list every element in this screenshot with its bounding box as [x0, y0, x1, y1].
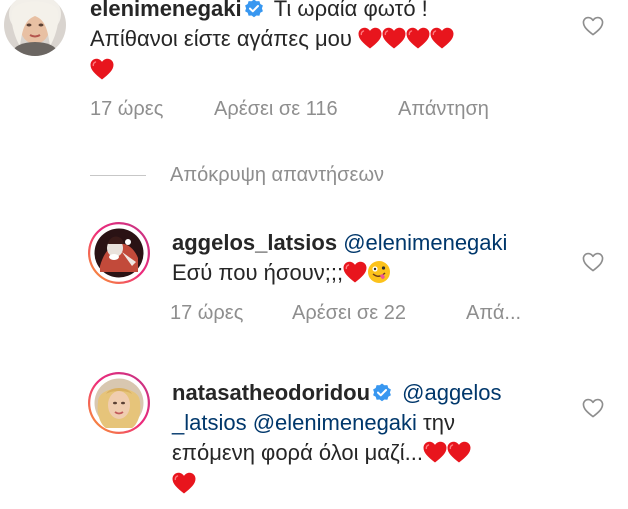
comment-likes-count[interactable]: Αρέσει σε 116 [214, 98, 398, 121]
comment-likes-count[interactable]: Αρέσει σε 22 [292, 302, 466, 325]
zany-face-emoji [368, 261, 391, 283]
comment-body-line: επόμενη φορά όλοι μαζί... [172, 440, 423, 465]
mention-link-continued[interactable]: _latsios [172, 410, 247, 435]
heart-emoji [447, 441, 471, 463]
heart-emoji [358, 27, 382, 49]
heart-emoji [423, 441, 447, 463]
mention-link[interactable]: @aggelos [402, 380, 501, 405]
comment-body-line2: Απίθανοι είστε αγάπες μου [90, 26, 352, 51]
comment-text: natasatheodoridou @aggelos _latsios @ele… [172, 378, 582, 499]
heart-emoji [430, 27, 454, 49]
heart-emoji [172, 472, 196, 494]
avatar[interactable] [88, 372, 150, 434]
comment-time: 17 ώρες [90, 98, 164, 120]
verified-badge-icon [372, 383, 392, 403]
hide-replies-label[interactable]: Απόκρυψη απαντήσεων [170, 164, 384, 187]
comment-username[interactable]: natasatheodoridou [172, 380, 370, 405]
comment-text: aggelos_latsios @elenimenegaki Εσύ που ή… [172, 228, 582, 288]
divider-line [90, 174, 146, 176]
verified-badge-icon [244, 0, 264, 19]
like-icon[interactable] [582, 16, 604, 36]
avatar[interactable] [4, 0, 66, 56]
comment-meta: 17 ώρες Αρέσει σε 22 Απά... [170, 302, 521, 325]
hide-replies-toggle[interactable]: Απόκρυψη απαντήσεων [90, 162, 384, 188]
heart-emoji [343, 261, 367, 283]
comment-meta: 17 ώρες Αρέσει σε 116 Απάντηση [90, 98, 489, 121]
comment-username[interactable]: aggelos_latsios [172, 230, 337, 255]
reply-button[interactable]: Απά... [466, 302, 521, 325]
heart-emoji [382, 27, 406, 49]
reply-button[interactable]: Απάντηση [398, 98, 489, 121]
comment-body-line1: Τι ωραία φωτό ! [273, 0, 428, 21]
avatar[interactable] [88, 222, 150, 284]
comment-text: elenimenegaki Τι ωραία φωτό ! Απίθανοι ε… [90, 0, 560, 85]
like-icon[interactable] [582, 398, 604, 418]
comment-time: 17 ώρες [170, 302, 244, 324]
comment-username[interactable]: elenimenegaki [90, 0, 242, 21]
heart-emoji [406, 27, 430, 49]
like-icon[interactable] [582, 252, 604, 272]
comment-body: την [416, 410, 455, 435]
heart-emoji [90, 58, 114, 80]
mention-link[interactable]: @elenimenegaki [253, 410, 417, 435]
comment-body: Εσύ που ήσουν;;; [172, 260, 344, 285]
mention-link[interactable]: @elenimenegaki [343, 230, 507, 255]
